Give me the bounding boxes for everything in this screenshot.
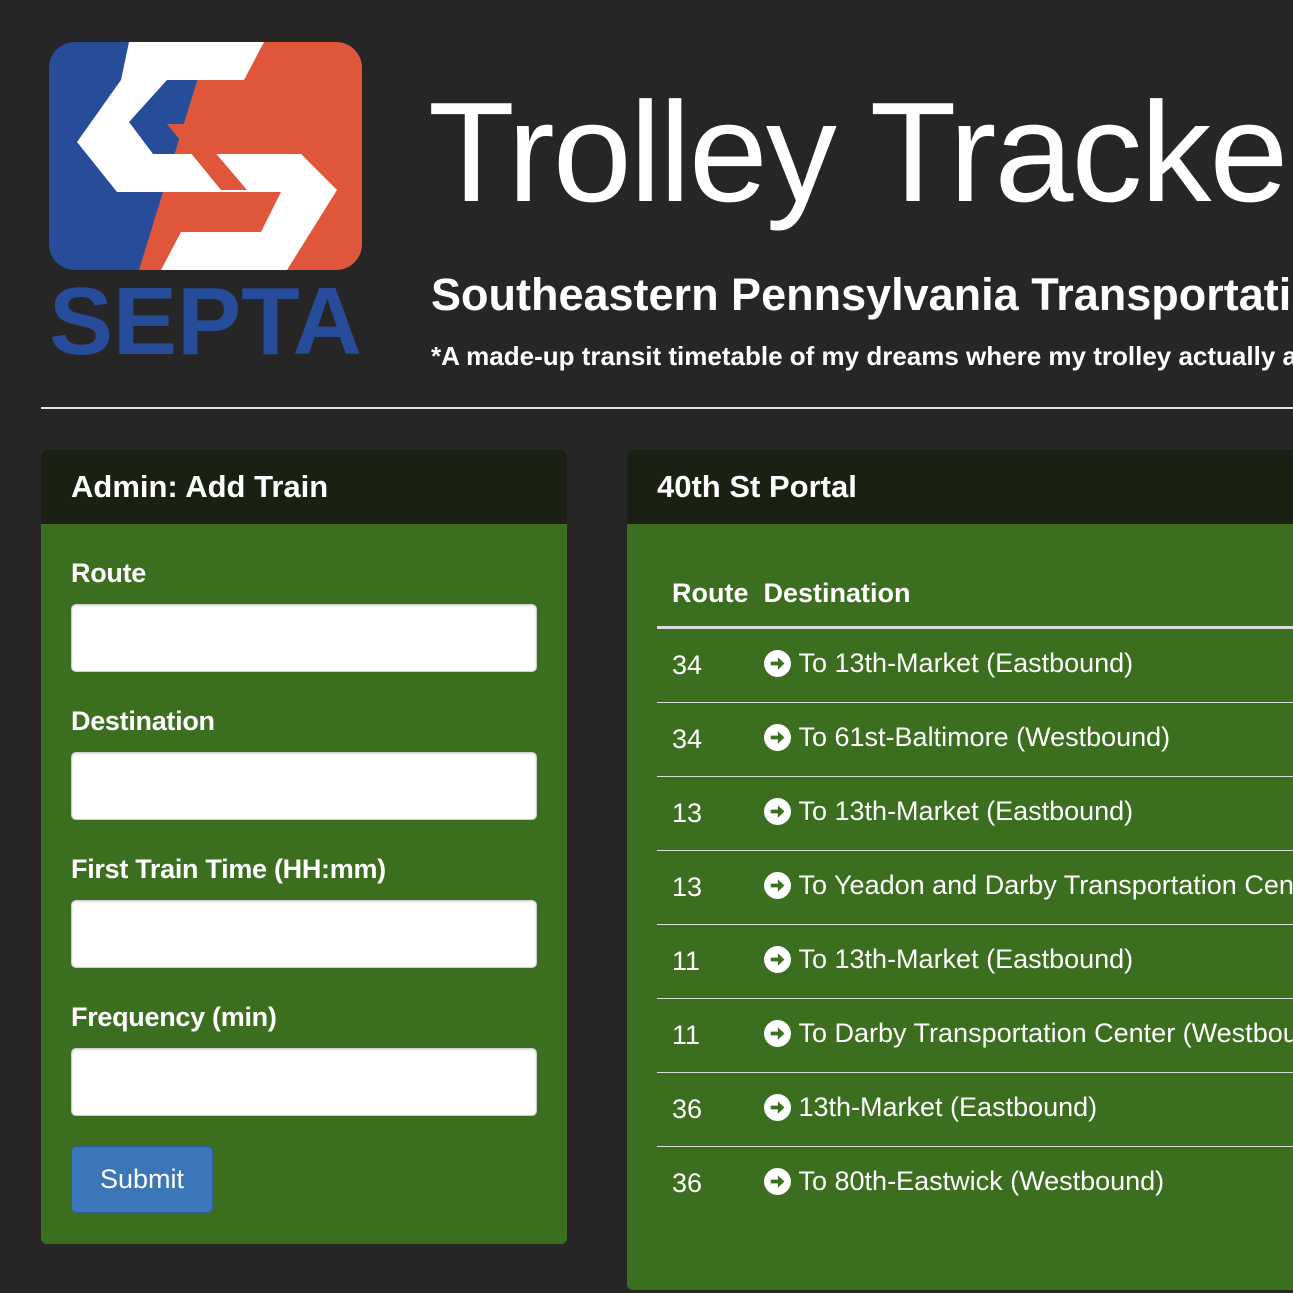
frequency-label: Frequency (min): [71, 1002, 277, 1032]
destination-wrap: To 61st-Baltimore (Westbound): [763, 721, 1171, 753]
destination-cell: To Yeadon and Darby Transportation Cente…: [748, 850, 1293, 925]
circle-arrow-right-icon: [763, 945, 791, 973]
route-cell: 13: [657, 850, 749, 925]
destination-input[interactable]: [71, 752, 537, 820]
schedule-table-body: 34 To 13th-Market (Eastbound) 34 To 61st-Ba…: [657, 627, 1293, 1221]
destination-wrap: To 13th-Market (Eastbound): [763, 795, 1134, 827]
frequency-input[interactable]: [71, 1048, 537, 1116]
destination-cell: 13th-Market (Eastbound): [748, 1072, 1293, 1147]
admin-panel-heading: Admin: Add Train: [41, 450, 567, 524]
route-label: Route: [71, 558, 146, 588]
destination-text: To 80th-Eastwick (Westbound): [798, 1165, 1165, 1196]
route-form-group: Route: [71, 558, 537, 672]
page: SEPTA Trolley Tracker Southeastern Penns…: [0, 0, 1293, 1293]
circle-arrow-right-icon: [763, 871, 791, 899]
route-cell: 11: [657, 924, 749, 999]
circle-arrow-right-icon: [763, 649, 791, 677]
destination-text: To Darby Transportation Center (Westboun…: [798, 1017, 1293, 1048]
table-row: 36 To 80th-Eastwick (Westbound): [657, 1147, 1293, 1221]
frequency-form-group: Frequency (min): [71, 1002, 537, 1116]
route-cell: 13: [657, 776, 749, 851]
destination-wrap: To Darby Transportation Center (Westboun…: [763, 1017, 1293, 1049]
table-row: 13 To 13th-Market (Eastbound): [657, 776, 1293, 851]
destination-text: To 61st-Baltimore (Westbound): [798, 721, 1171, 752]
destination-form-group: Destination: [71, 706, 537, 820]
destination-cell: To 13th-Market (Eastbound): [748, 924, 1293, 999]
circle-arrow-right-icon: [763, 1093, 791, 1121]
submit-button[interactable]: Submit: [71, 1146, 213, 1213]
route-cell: 34: [657, 702, 749, 777]
circle-arrow-right-icon: [763, 1019, 791, 1047]
septa-logo: SEPTA: [49, 42, 364, 372]
route-cell: 11: [657, 998, 749, 1073]
destination-wrap: 13th-Market (Eastbound): [763, 1091, 1098, 1123]
destination-text: To 13th-Market (Eastbound): [798, 795, 1134, 826]
table-row: 36 13th-Market (Eastbound): [657, 1072, 1293, 1147]
destination-wrap: To 13th-Market (Eastbound): [763, 647, 1134, 679]
circle-arrow-right-icon: [763, 797, 791, 825]
table-header-row: Route Destination: [657, 560, 1293, 629]
route-cell: 36: [672, 1168, 703, 1198]
page-tagline: *A made-up transit timetable of my dream…: [431, 341, 1293, 371]
destination-cell: To 80th-Eastwick (Westbound): [749, 1147, 1293, 1221]
first-train-time-input[interactable]: [71, 900, 537, 968]
destination-cell: To 61st-Baltimore (Westbound): [748, 702, 1293, 777]
first-train-time-label: First Train Time (HH:mm): [71, 854, 386, 884]
logo-text: SEPTA: [49, 268, 362, 375]
destination-wrap: To 80th-Eastwick (Westbound): [763, 1165, 1165, 1197]
circle-arrow-right-icon: [763, 1167, 791, 1195]
table-row: 11 To Darby Transportation Center (Westbo…: [657, 998, 1293, 1073]
schedule-panel-heading: 40th St Portal: [627, 450, 1293, 524]
table-row: 13 To Yeadon and Darby Transportation Cen…: [657, 850, 1293, 925]
table-row: 11 To 13th-Market (Eastbound): [657, 924, 1293, 999]
route-input[interactable]: [71, 604, 537, 672]
column-header-destination: Destination: [748, 560, 1293, 629]
destination-text: To 13th-Market (Eastbound): [798, 943, 1134, 974]
table-row: 34 To 61st-Baltimore (Westbound): [657, 702, 1293, 777]
schedule-table: Route Destination 34 To 13th-Market (East…: [657, 560, 1293, 1220]
destination-cell: To Darby Transportation Center (Westboun…: [748, 998, 1293, 1073]
destination-wrap: To 13th-Market (Eastbound): [763, 943, 1134, 975]
admin-panel: Admin: Add Train Route Destination First…: [41, 450, 567, 1244]
route-cell: 36: [657, 1072, 749, 1147]
schedule-panel: 40th St Portal Route Destination 34 To 13…: [627, 450, 1293, 1290]
route-cell: 34: [657, 627, 749, 703]
first-train-time-form-group: First Train Time (HH:mm): [71, 854, 537, 968]
header-divider: [41, 407, 1293, 409]
septa-logo-icon: [49, 42, 362, 270]
destination-wrap: To Yeadon and Darby Transportation Cente…: [763, 869, 1293, 901]
destination-cell: To 13th-Market (Eastbound): [748, 627, 1293, 703]
destination-label: Destination: [71, 706, 215, 736]
destination-text: 13th-Market (Eastbound): [798, 1091, 1098, 1122]
column-header-route: Route: [657, 560, 749, 629]
destination-text: To Yeadon and Darby Transportation Cente…: [798, 869, 1293, 900]
destination-cell: To 13th-Market (Eastbound): [748, 776, 1293, 851]
table-row: 34 To 13th-Market (Eastbound): [657, 627, 1293, 703]
circle-arrow-right-icon: [763, 723, 791, 751]
page-subtitle: Southeastern Pennsylvania Transportation…: [431, 269, 1293, 320]
destination-text: To 13th-Market (Eastbound): [798, 647, 1134, 678]
page-title: Trolley Tracker: [428, 73, 1293, 232]
